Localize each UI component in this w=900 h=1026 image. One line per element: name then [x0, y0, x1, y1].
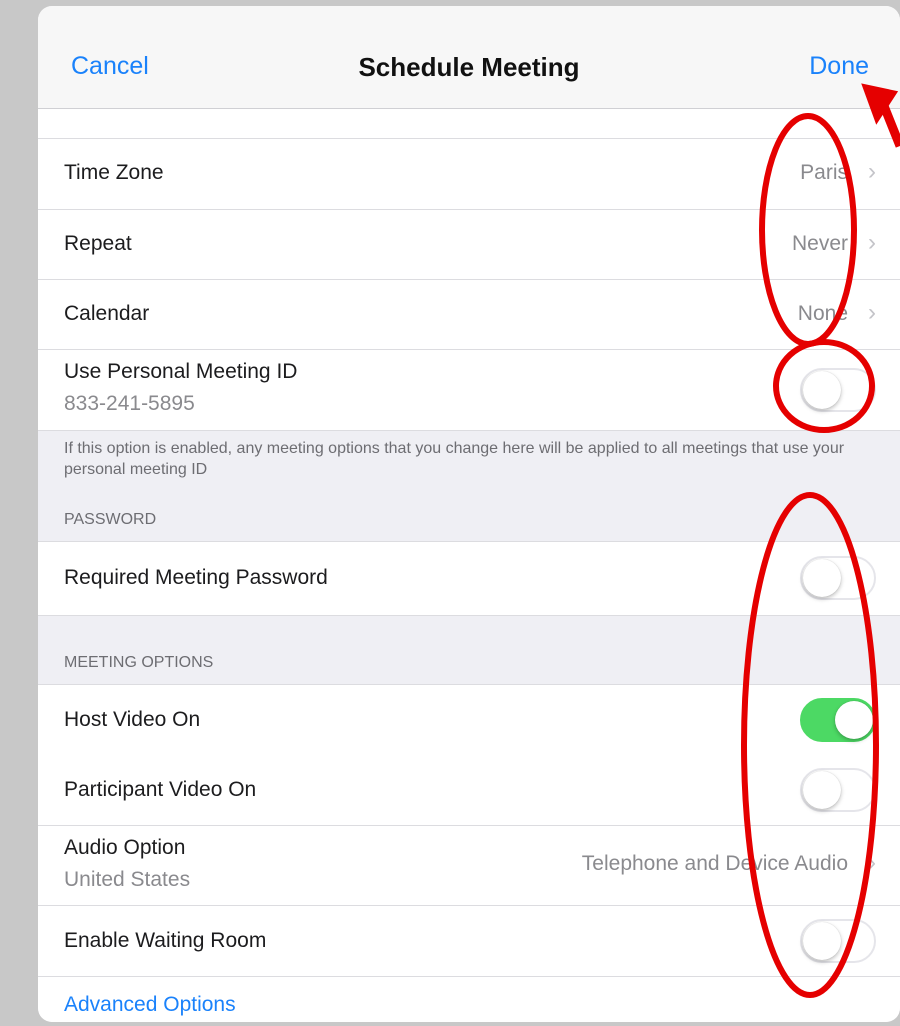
- page-title: Schedule Meeting: [358, 52, 580, 82]
- waiting-room-row: Enable Waiting Room: [38, 906, 900, 977]
- audio-option-country: United States: [64, 868, 191, 891]
- repeat-value: Never: [791, 232, 848, 255]
- waiting-room-label: Enable Waiting Room: [64, 929, 267, 952]
- settings-list: Duration 1 hour › Time Zone Paris › Repe…: [38, 6, 900, 1022]
- personal-meeting-id-row: Use Personal Meeting ID 833-241-5895: [38, 350, 900, 431]
- audio-option-row[interactable]: Audio Option United States Telephone and…: [38, 826, 900, 906]
- advanced-options-row[interactable]: Advanced Options: [38, 977, 900, 1022]
- password-section-header: PASSWORD: [64, 511, 157, 528]
- required-password-row: Required Meeting Password: [38, 541, 900, 616]
- required-password-label: Required Meeting Password: [64, 566, 328, 589]
- toggle-knob: [803, 371, 841, 409]
- toggle-knob: [803, 771, 841, 809]
- pmi-label: Use Personal Meeting ID: [64, 360, 298, 383]
- timezone-row[interactable]: Time Zone Paris ›: [38, 139, 900, 210]
- audio-option-value: Telephone and Device Audio: [581, 852, 848, 875]
- participant-video-label: Participant Video On: [64, 778, 257, 801]
- timezone-value: Paris: [800, 161, 848, 184]
- host-video-toggle[interactable]: [800, 698, 876, 742]
- host-video-label: Host Video On: [64, 708, 201, 731]
- waiting-room-toggle[interactable]: [800, 919, 876, 963]
- calendar-label: Calendar: [64, 302, 150, 325]
- schedule-meeting-sheet: Duration 1 hour › Time Zone Paris › Repe…: [38, 6, 900, 1022]
- pmi-note: If this option is enabled, any meeting o…: [64, 440, 845, 478]
- required-password-toggle[interactable]: [800, 556, 876, 600]
- navigation-bar: Cancel Schedule Meeting Done: [38, 6, 900, 109]
- toggle-knob: [803, 922, 841, 960]
- calendar-row[interactable]: Calendar None ›: [38, 280, 900, 350]
- participant-video-toggle[interactable]: [800, 768, 876, 812]
- repeat-label: Repeat: [64, 232, 132, 255]
- chevron-right-icon: ›: [868, 299, 876, 326]
- timezone-label: Time Zone: [64, 161, 164, 184]
- advanced-options-link[interactable]: Advanced Options: [64, 993, 236, 1017]
- audio-option-label: Audio Option: [64, 836, 186, 859]
- host-video-row: Host Video On: [38, 684, 900, 756]
- chevron-right-icon: ›: [868, 229, 876, 256]
- meeting-options-header: MEETING OPTIONS: [64, 654, 214, 671]
- pmi-toggle[interactable]: [800, 368, 876, 412]
- chevron-right-icon: ›: [868, 158, 876, 185]
- toggle-knob: [835, 701, 873, 739]
- chevron-right-icon: ›: [868, 849, 876, 876]
- participant-video-row: Participant Video On: [38, 755, 900, 826]
- repeat-row[interactable]: Repeat Never ›: [38, 210, 900, 280]
- calendar-value: None: [797, 302, 848, 325]
- done-button[interactable]: Done: [809, 52, 869, 81]
- pmi-number: 833-241-5895: [64, 392, 195, 415]
- toggle-knob: [803, 559, 841, 597]
